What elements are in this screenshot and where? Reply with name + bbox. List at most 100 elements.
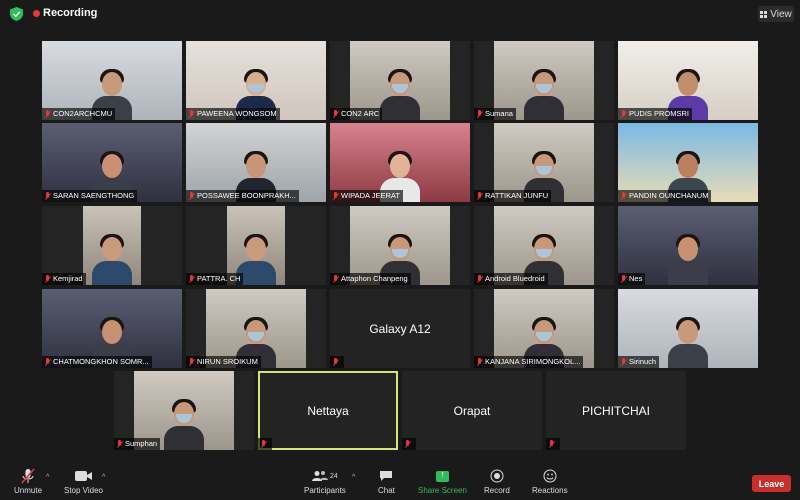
muted-mic-icon — [44, 358, 51, 366]
participants-caret-icon[interactable]: ^ — [352, 474, 355, 481]
participant-name-tag: Kemjirad — [42, 273, 86, 285]
video-camera-icon — [74, 468, 93, 484]
participant-name: CON2 ARC — [341, 109, 380, 118]
participant-name-tag: Nes — [618, 273, 646, 285]
participant-tile[interactable]: NIRUN SROIKUM — [186, 289, 326, 368]
muted-mic-icon — [188, 275, 195, 283]
muted-mic-icon — [332, 192, 339, 200]
participant-tile[interactable]: Android Bluedroid — [474, 206, 614, 285]
participant-figure — [522, 66, 566, 120]
participant-name: WIPADA JEERAT — [341, 191, 400, 200]
share-screen-icon — [435, 469, 449, 482]
participant-name-tag: RATTIKAN JUNFU — [474, 190, 552, 202]
participant-figure — [666, 314, 710, 368]
participant-tile[interactable]: Nettaya — [258, 371, 398, 450]
participant-tile[interactable]: Nes — [618, 206, 758, 285]
muted-mic-icon — [404, 440, 411, 448]
muted-mic-icon — [260, 440, 267, 448]
participant-tile[interactable]: Kemjirad — [42, 206, 182, 285]
participant-tile[interactable]: Sirinuch — [618, 289, 758, 368]
participant-tile[interactable]: WIPADA JEERAT — [330, 123, 470, 202]
participant-tile[interactable]: Sumana — [474, 41, 614, 120]
muted-mic-icon — [476, 275, 483, 283]
participant-name: Nes — [629, 274, 643, 283]
participant-tile[interactable]: POSSAWEE BOONPRAKH... — [186, 123, 326, 202]
participant-name-tag — [546, 438, 560, 450]
participant-name-tag: PATTRA. CH — [186, 273, 244, 285]
participant-tile[interactable]: PANDIN OUNCHANUM — [618, 123, 758, 202]
participant-tile[interactable]: SARAN SAENGTHONG — [42, 123, 182, 202]
chat-button[interactable]: Chat — [378, 468, 395, 495]
muted-mic-icon — [620, 275, 627, 283]
participant-name-tag: PANDIN OUNCHANUM — [618, 190, 712, 202]
participant-name: Kemjirad — [53, 274, 83, 283]
muted-mic-icon — [188, 192, 195, 200]
participants-button[interactable]: 24 Participants — [304, 468, 346, 495]
reactions-button[interactable]: Reactions — [532, 468, 568, 495]
recording-label: Recording — [43, 7, 98, 19]
participant-name-tag — [258, 438, 272, 450]
muted-mic-icon — [476, 192, 483, 200]
participant-name-tag: CHATMONGKHON SOMR... — [42, 356, 152, 368]
participant-tile[interactable]: RATTIKAN JUNFU — [474, 123, 614, 202]
participant-figure — [666, 231, 710, 285]
participant-figure — [90, 231, 134, 285]
record-button[interactable]: Record — [484, 468, 510, 495]
participant-name-tag — [330, 356, 344, 368]
muted-mic-icon — [44, 275, 51, 283]
muted-mic-icon — [188, 110, 195, 118]
participant-name-tag: Sumana — [474, 108, 516, 120]
participant-name-tag: POSSAWEE BOONPRAKH... — [186, 190, 299, 202]
participant-name-tag: CON2ARCHCMU — [42, 108, 116, 120]
chat-icon — [379, 468, 393, 484]
participant-name: PAWEENA WONGSOM — [197, 109, 277, 118]
participant-name-tag: Sirinuch — [618, 356, 660, 368]
participant-name: KANJANA SIRIMONGKOL... — [485, 357, 581, 366]
participant-tile[interactable]: PAWEENA WONGSOM — [186, 41, 326, 120]
participant-center-name: Nettaya — [307, 403, 349, 418]
share-screen-button[interactable]: Share Screen — [418, 468, 467, 496]
view-button[interactable]: View — [758, 6, 794, 22]
participant-name-tag — [402, 438, 416, 450]
participant-name: PATTRA. CH — [197, 274, 241, 283]
participant-tile[interactable]: Sumphan — [114, 371, 254, 450]
muted-mic-icon — [476, 358, 483, 366]
stop-video-button[interactable]: Stop Video — [64, 468, 103, 495]
muted-mic-icon — [44, 192, 51, 200]
participant-tile[interactable]: PATTRA. CH — [186, 206, 326, 285]
participant-name: PANDIN OUNCHANUM — [629, 191, 709, 200]
participant-tile[interactable]: Galaxy A12 — [330, 289, 470, 368]
participant-tile[interactable]: Orapat — [402, 371, 542, 450]
participant-tile[interactable]: CHATMONGKHON SOMR... — [42, 289, 182, 368]
shield-icon[interactable] — [10, 7, 23, 21]
participant-name: POSSAWEE BOONPRAKH... — [197, 191, 296, 200]
muted-mic-icon — [620, 358, 627, 366]
participant-tile[interactable]: PUDIS PROMSRI — [618, 41, 758, 120]
leave-button[interactable]: Leave — [752, 475, 791, 492]
participant-tile[interactable]: Attaphon Chanpeng — [330, 206, 470, 285]
video-options-caret-icon[interactable]: ^ — [102, 474, 105, 481]
participants-icon — [312, 471, 328, 481]
record-label: Record — [484, 486, 510, 495]
reactions-label: Reactions — [532, 486, 568, 495]
recording-dot-icon — [33, 10, 40, 17]
participant-tile[interactable]: CON2ARCHCMU — [42, 41, 182, 120]
participant-name: SARAN SAENGTHONG — [53, 191, 135, 200]
participant-name-tag: WIPADA JEERAT — [330, 190, 403, 202]
muted-mic-icon — [188, 358, 195, 366]
unmute-button[interactable]: Unmute — [14, 468, 42, 495]
share-screen-label: Share Screen — [418, 486, 467, 495]
muted-mic-icon — [620, 192, 627, 200]
participant-name-tag: PAWEENA WONGSOM — [186, 108, 280, 120]
participant-figure — [378, 66, 422, 120]
participant-name-tag: SARAN SAENGTHONG — [42, 190, 138, 202]
participant-name-tag: CON2 ARC — [330, 108, 383, 120]
participant-tile[interactable]: PICHITCHAI — [546, 371, 686, 450]
participant-tile[interactable]: CON2 ARC — [330, 41, 470, 120]
participant-name-tag: NIRUN SROIKUM — [186, 356, 261, 368]
participant-tile[interactable]: KANJANA SIRIMONGKOL... — [474, 289, 614, 368]
audio-options-caret-icon[interactable]: ^ — [46, 474, 49, 481]
participants-label: Participants — [304, 486, 346, 495]
participant-center-name: PICHITCHAI — [581, 403, 650, 418]
muted-mic-icon — [44, 110, 51, 118]
